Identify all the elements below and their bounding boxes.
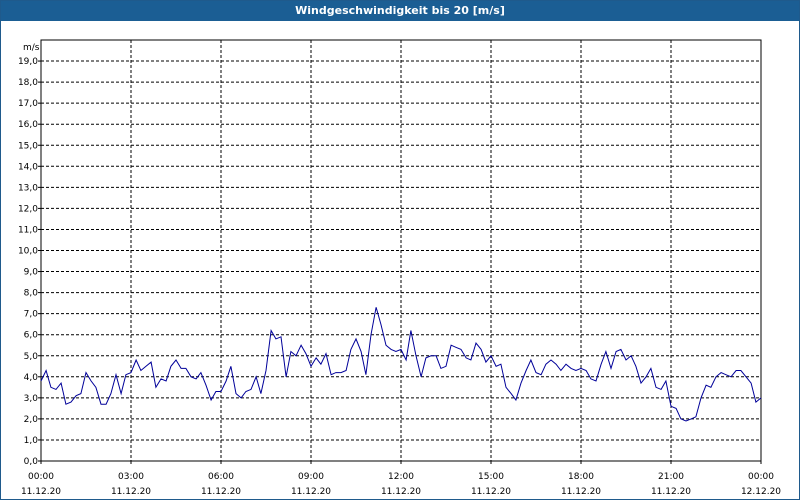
x-tick-time: 15:00	[478, 472, 504, 482]
x-tick-time: 21:00	[658, 472, 684, 482]
x-tick-time: 18:00	[568, 472, 594, 482]
x-tick-date: 11.12.20	[201, 487, 241, 497]
y-tick-label: 7,0	[24, 310, 39, 320]
y-tick-label: 4,0	[24, 373, 39, 383]
x-tick-date: 11.12.20	[111, 487, 151, 497]
x-tick-date: 11.12.20	[291, 487, 331, 497]
chart-window: Windgeschwindigkeit bis 20 [m/s] 0,0 1,0 2…	[0, 0, 800, 500]
x-tick-date: 11.12.20	[381, 487, 421, 497]
y-tick-label: 9,0	[24, 268, 39, 278]
wind-speed-chart: 0,0 1,0 2,0 3,0 4,0 5,0 6,0 7,0 8,0 9,0 10,0 11,0 12…	[18, 39, 781, 497]
x-tick-date: 11.12.20	[471, 487, 511, 497]
x-tick-date: 11.12.20	[561, 487, 601, 497]
y-tick-label: 16,0	[18, 120, 38, 130]
y-tick-label: 13,0	[18, 183, 38, 193]
x-axis-ticks: 00:00 11.12.20 03:00 11.12.20 06:00 11.12.20 0…	[21, 461, 781, 497]
x-tick-date: 11.12.20	[651, 487, 691, 497]
y-tick-label: 11,0	[18, 225, 38, 235]
x-tick-time: 06:00	[208, 472, 234, 482]
y-tick-label: 14,0	[18, 162, 38, 172]
y-tick-label: 1,0	[24, 436, 39, 446]
y-tick-label: 19,0	[18, 57, 38, 67]
y-tick-label: 0,0	[24, 457, 39, 467]
x-tick-date: 12.12.20	[741, 487, 781, 497]
x-tick-time: 00:00	[748, 472, 774, 482]
y-tick-label: 8,0	[24, 289, 39, 299]
y-tick-label: 3,0	[24, 394, 39, 404]
x-tick-time: 03:00	[118, 472, 144, 482]
x-tick-time: 09:00	[298, 472, 324, 482]
x-tick-time: 00:00	[28, 472, 54, 482]
y-tick-label: 17,0	[18, 99, 38, 109]
y-axis-ticks: 0,0 1,0 2,0 3,0 4,0 5,0 6,0 7,0 8,0 9,0 10,0 11,0 12…	[18, 57, 41, 467]
x-tick-time: 12:00	[388, 472, 414, 482]
y-axis-label: m/s	[23, 43, 40, 53]
y-tick-label: 6,0	[24, 331, 39, 341]
y-tick-label: 15,0	[18, 141, 38, 151]
y-tick-label: 12,0	[18, 204, 38, 214]
grid-lines	[41, 40, 761, 461]
y-tick-label: 2,0	[24, 415, 39, 425]
y-tick-label: 5,0	[24, 352, 39, 362]
y-tick-label: 18,0	[18, 78, 38, 88]
y-tick-label: 10,0	[18, 247, 38, 257]
x-tick-date: 11.12.20	[21, 487, 61, 497]
